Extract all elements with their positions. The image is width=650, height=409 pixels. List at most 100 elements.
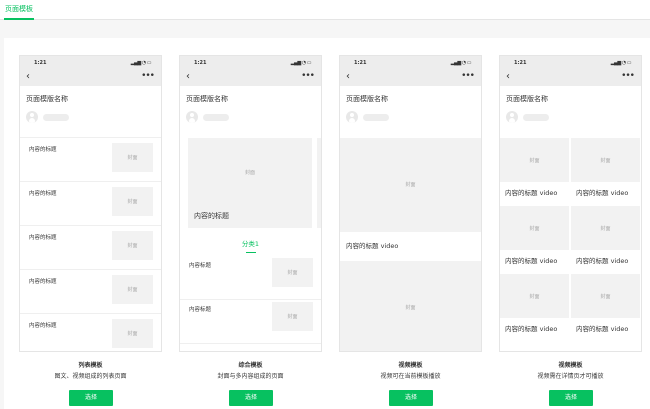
status-bar: 1:21 ▂▄▆ ◔ ▭ <box>180 56 321 70</box>
cover-placeholder: 封面 <box>600 294 611 300</box>
account-title: 页面模版名称 <box>506 95 548 103</box>
template-card-video-inline: 1:21 ▂▄▆ ◔ ▭ ‹ ••• 页面模版名称 封面 内容的标题 video… <box>339 55 482 406</box>
video-cover: 封面 <box>340 261 481 351</box>
back-icon: ‹ <box>506 71 510 82</box>
more-icon: ••• <box>461 71 475 81</box>
status-bar: 1:21 ▂▄▆ ◔ ▭ <box>500 56 641 70</box>
account-name-placeholder <box>523 114 549 121</box>
nav-bar: ‹ ••• <box>340 70 481 86</box>
account-name-placeholder <box>43 114 69 121</box>
tab-page-templates[interactable]: 页面模板 <box>4 0 34 20</box>
phone-preview: 1:21 ▂▄▆ ◔ ▭ ‹ ••• 页面模版名称 封面 内容的标题 video… <box>499 55 642 352</box>
item-title: 内容标题 <box>189 307 212 313</box>
nav-bar: ‹ ••• <box>180 70 321 86</box>
cover-placeholder: 封面 <box>529 158 540 164</box>
list-item: 内容的标题 封面 <box>20 314 161 351</box>
template-description: 视频可在当前模板播放 <box>380 373 441 380</box>
status-time: 1:21 <box>514 60 527 66</box>
video-cover: 封面 <box>340 138 481 232</box>
cover-placeholder: 封面 <box>600 158 611 164</box>
signal-wifi-battery-icon: ▂▄▆ ◔ ▭ <box>450 60 472 66</box>
card-title: 内容的标题 <box>194 212 229 220</box>
select-button[interactable]: 选择 <box>69 390 113 406</box>
cover-placeholder: 封面 <box>112 187 153 216</box>
cover-placeholder: 封面 <box>529 226 540 232</box>
templates-panel: 1:21 ▂▄▆ ◔ ▭ ‹ ••• 页面模版名称 内容的标题 封面 内容的标题… <box>4 38 650 409</box>
account-header: 页面模版名称 <box>500 86 641 138</box>
list-item: 内容的标题 封面 <box>20 138 161 182</box>
item-title: 内容标题 <box>189 263 212 269</box>
status-bar: 1:21 ▂▄▆ ◔ ▭ <box>340 56 481 70</box>
grid-item: 封面 内容的标题 video <box>500 138 569 206</box>
item-title: 内容的标题 <box>29 279 57 285</box>
item-title: 内容的标题 <box>29 235 57 241</box>
grid-item: 封面 内容的标题 video <box>571 138 640 206</box>
item-title: 内容的标题 video <box>576 257 629 265</box>
account-name-placeholder <box>363 114 389 121</box>
video-title: 内容的标题 video <box>346 242 399 250</box>
phone-preview: 1:21 ▂▄▆ ◔ ▭ ‹ ••• 页面模版名称 内容的标题 封面 内容的标题… <box>19 55 162 352</box>
back-icon: ‹ <box>186 71 190 82</box>
signal-wifi-battery-icon: ▂▄▆ ◔ ▭ <box>130 60 152 66</box>
next-card-peek <box>317 138 321 228</box>
select-button[interactable]: 选择 <box>229 390 273 406</box>
template-description: 封面与多内容组成的页面 <box>217 373 284 380</box>
template-name: 列表模板 <box>78 362 103 369</box>
more-icon: ••• <box>141 71 155 81</box>
template-name: 综合模板 <box>238 362 263 369</box>
featured-card: 封面 内容的标题 <box>188 138 312 228</box>
template-name: 视频模板 <box>398 362 423 369</box>
video-cover: 封面 <box>500 138 569 182</box>
select-button[interactable]: 选择 <box>389 390 433 406</box>
item-title: 内容的标题 <box>29 191 57 197</box>
template-card-mixed: 1:21 ▂▄▆ ◔ ▭ ‹ ••• 页面模版名称 封面 内容的标题 分类1 内… <box>179 55 322 406</box>
cover-placeholder: 封面 <box>112 143 153 172</box>
grid-item: 封面 内容的标题 video <box>571 206 640 274</box>
status-time: 1:21 <box>354 60 367 66</box>
account-title: 页面模版名称 <box>186 95 228 103</box>
grid-item: 封面 内容的标题 video <box>500 206 569 274</box>
item-title: 内容的标题 video <box>576 189 629 197</box>
list-item: 内容标题 封面 <box>180 300 321 344</box>
avatar-icon <box>506 111 518 123</box>
cover-placeholder: 封面 <box>244 170 255 176</box>
template-description: 视频需在详情页才可播放 <box>537 373 604 380</box>
signal-wifi-battery-icon: ▂▄▆ ◔ ▭ <box>610 60 632 66</box>
back-icon: ‹ <box>346 71 350 82</box>
item-title: 内容的标题 video <box>505 257 558 265</box>
cover-placeholder: 封面 <box>112 275 153 304</box>
cover-placeholder: 封面 <box>405 182 416 188</box>
signal-wifi-battery-icon: ▂▄▆ ◔ ▭ <box>290 60 312 66</box>
item-title: 内容的标题 video <box>505 325 558 333</box>
cover-placeholder: 封面 <box>600 226 611 232</box>
cover-placeholder: 封面 <box>112 231 153 260</box>
list-item: 内容的标题 封面 <box>20 270 161 314</box>
item-title: 内容的标题 video <box>576 325 629 333</box>
video-cover: 封面 <box>500 206 569 250</box>
category-underline <box>246 252 256 253</box>
more-icon: ••• <box>621 71 635 81</box>
nav-bar: ‹ ••• <box>500 70 641 86</box>
nav-bar: ‹ ••• <box>20 70 161 86</box>
account-header: 页面模版名称 <box>340 86 481 138</box>
grid-item: 封面 内容的标题 video <box>571 274 640 342</box>
status-time: 1:21 <box>34 60 47 66</box>
cover-placeholder: 封面 <box>112 319 153 348</box>
template-card-video-grid: 1:21 ▂▄▆ ◔ ▭ ‹ ••• 页面模版名称 封面 内容的标题 video… <box>499 55 642 406</box>
account-title: 页面模版名称 <box>26 95 68 103</box>
cover-placeholder: 封面 <box>272 258 313 287</box>
grid-item: 封面 内容的标题 video <box>500 274 569 342</box>
select-button[interactable]: 选择 <box>549 390 593 406</box>
item-title: 内容的标题 <box>29 147 57 153</box>
avatar-icon <box>346 111 358 123</box>
video-cover: 封面 <box>500 274 569 318</box>
account-title: 页面模版名称 <box>346 95 388 103</box>
template-name: 视频模板 <box>558 362 583 369</box>
status-time: 1:21 <box>194 60 207 66</box>
list-item: 内容的标题 封面 <box>20 226 161 270</box>
account-header: 页面模版名称 <box>20 86 161 138</box>
video-cover: 封面 <box>571 274 640 318</box>
list-item: 内容的标题 封面 <box>20 182 161 226</box>
category-tab: 分类1 <box>241 240 260 248</box>
item-title: 内容的标题 video <box>505 189 558 197</box>
